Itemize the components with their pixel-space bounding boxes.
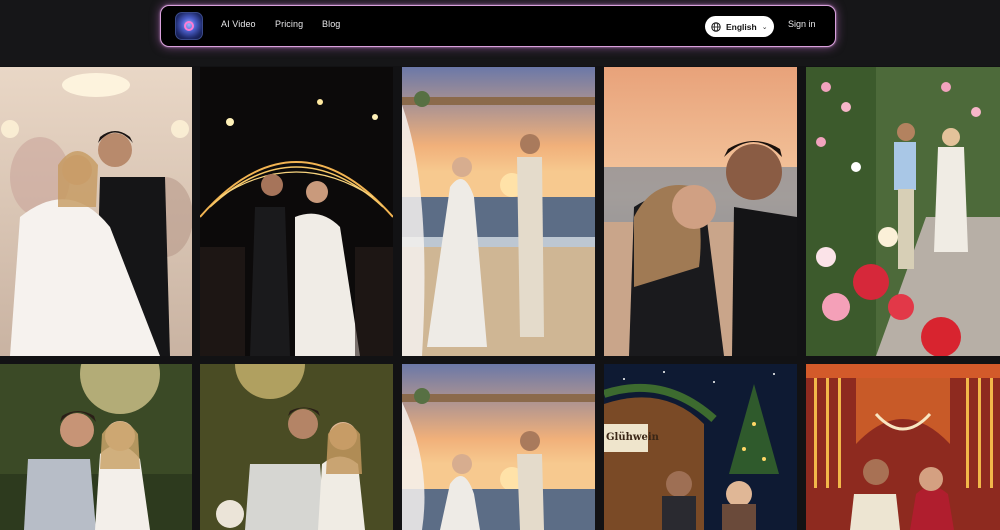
rose-garden-photo[interactable] bbox=[806, 67, 1000, 356]
nav-link-pricing[interactable]: Pricing bbox=[275, 19, 303, 29]
sign-in-link[interactable]: Sign in bbox=[788, 19, 816, 29]
nav-link-blog[interactable]: Blog bbox=[322, 19, 340, 29]
beach-vows-photo[interactable] bbox=[402, 67, 595, 356]
globe-icon bbox=[711, 21, 721, 32]
language-selector[interactable]: English ⌄ bbox=[705, 16, 774, 37]
forest-portrait-photo[interactable] bbox=[0, 364, 192, 530]
christmas-market-photo[interactable]: Glühwein bbox=[604, 364, 797, 530]
chevron-down-icon: ⌄ bbox=[761, 23, 768, 31]
sunset-kiss-photo[interactable] bbox=[604, 67, 797, 356]
sparkler-exit-photo[interactable] bbox=[200, 67, 393, 356]
top-navigation: AI Video Pricing Blog English ⌄ Sign in bbox=[160, 5, 836, 47]
christmas-sign-text: Glühwein bbox=[606, 432, 659, 443]
bride-groom-ballroom-photo[interactable] bbox=[0, 67, 192, 356]
language-label: English bbox=[726, 21, 757, 32]
beach-vows-photo-2[interactable] bbox=[402, 364, 595, 530]
indian-wedding-photo[interactable] bbox=[806, 364, 1000, 530]
app-logo-icon[interactable] bbox=[175, 12, 203, 40]
golden-hour-photo[interactable] bbox=[200, 364, 393, 530]
nav-link-ai-video[interactable]: AI Video bbox=[221, 19, 256, 29]
